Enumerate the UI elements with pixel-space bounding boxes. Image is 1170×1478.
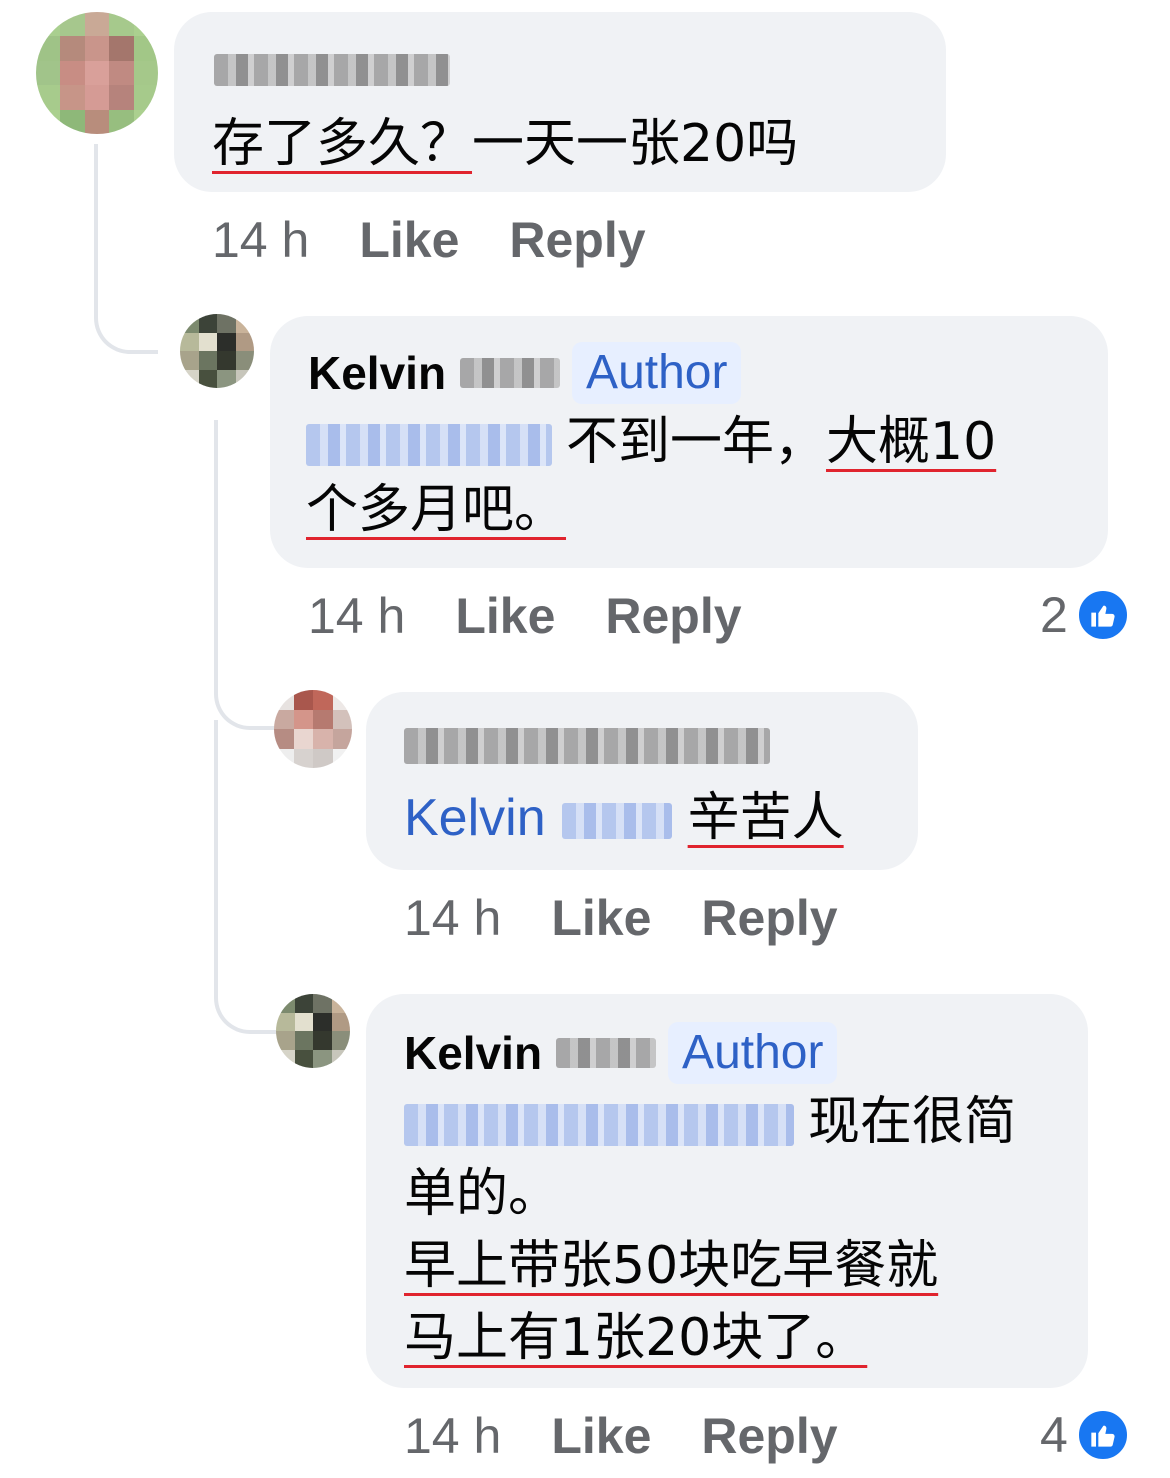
comment-bubble: Kelvin Author 现在很简 单的。 早上带张50块吃早餐就 马上有1张…: [366, 994, 1088, 1388]
reply-button[interactable]: Reply: [509, 212, 645, 268]
commenter-name-redacted[interactable]: [214, 54, 450, 86]
reply-button[interactable]: Reply: [605, 588, 741, 644]
reply-button[interactable]: Reply: [701, 890, 837, 946]
name-redacted: [460, 358, 561, 388]
comment-actions: 14 h Like Reply: [404, 888, 888, 948]
comment-text-rest: 一天一张20吗: [472, 114, 799, 174]
comment-actions: 14 h Like Reply: [308, 586, 792, 646]
author-badge: Author: [668, 1022, 838, 1084]
commenter-name-redacted[interactable]: [404, 728, 770, 764]
timestamp[interactable]: 14 h: [308, 588, 405, 644]
timestamp[interactable]: 14 h: [212, 212, 309, 268]
comment-text-underlined: 辛苦人: [687, 788, 844, 848]
name-redacted: [556, 1038, 657, 1068]
avatar[interactable]: [36, 12, 158, 134]
timestamp[interactable]: 14 h: [404, 1408, 501, 1464]
reaction-count: 2: [1040, 587, 1068, 643]
like-button[interactable]: Like: [551, 1408, 651, 1464]
comment-text-underlined: 马上有1张20块了。: [404, 1308, 868, 1368]
reaction-summary[interactable]: 2: [1040, 586, 1130, 644]
timestamp[interactable]: 14 h: [404, 890, 501, 946]
comment-text-underlined: 个多月吧。: [306, 480, 567, 540]
comment-text: Kelvin 辛苦人: [404, 784, 844, 852]
like-button[interactable]: Like: [359, 212, 459, 268]
like-button[interactable]: Like: [551, 890, 651, 946]
reply-button[interactable]: Reply: [701, 1408, 837, 1464]
comment-text-underlined: 存了多久？: [212, 114, 473, 174]
reaction-count: 4: [1040, 1407, 1068, 1463]
like-button[interactable]: Like: [455, 588, 555, 644]
comment-actions: 14 h Like Reply: [404, 1406, 888, 1466]
comment-text-underlined: 早上带张50块吃早餐就: [404, 1236, 939, 1296]
mention-link[interactable]: Kelvin: [404, 789, 546, 847]
avatar[interactable]: [276, 994, 350, 1068]
mention-redacted[interactable]: [306, 424, 552, 466]
avatar[interactable]: [180, 314, 254, 388]
reaction-summary[interactable]: 4: [1040, 1406, 1130, 1464]
mention-redacted[interactable]: [561, 803, 672, 839]
comment-text-line: 单的。: [404, 1164, 561, 1224]
comment-text: 现在很简 单的。 早上带张50块吃早餐就 马上有1张20块了。: [404, 1086, 1084, 1374]
comment-bubble: Kelvin Author 不到一年，大概10 个多月吧。: [270, 316, 1108, 568]
comment-text-line: 现在很简: [808, 1092, 1017, 1152]
comment-actions: 14 h Like Reply: [212, 210, 696, 270]
mention-redacted[interactable]: [404, 1104, 794, 1146]
commenter-name[interactable]: Kelvin Author: [404, 1022, 838, 1084]
avatar[interactable]: [274, 690, 352, 768]
comment-text: 不到一年，大概10 个多月吧。: [306, 408, 1086, 544]
like-reaction-icon: [1075, 1408, 1130, 1462]
comment-text-underlined: 大概10: [826, 412, 997, 472]
commenter-name[interactable]: Kelvin Author: [308, 342, 742, 404]
thread-line-reply-1: [214, 420, 278, 730]
comment-bubble: 存了多久？一天一张20吗: [174, 12, 946, 192]
author-name[interactable]: Kelvin: [308, 346, 446, 400]
author-badge: Author: [572, 342, 742, 404]
comment-bubble: Kelvin 辛苦人: [366, 692, 918, 870]
author-name[interactable]: Kelvin: [404, 1026, 542, 1080]
like-reaction-icon: [1075, 588, 1130, 642]
thread-line-reply-2: [214, 720, 278, 1034]
comment-text: 存了多久？一天一张20吗: [212, 110, 798, 178]
thread-line-main: [94, 144, 158, 354]
comment-text-plain: 不到一年，: [566, 412, 827, 472]
